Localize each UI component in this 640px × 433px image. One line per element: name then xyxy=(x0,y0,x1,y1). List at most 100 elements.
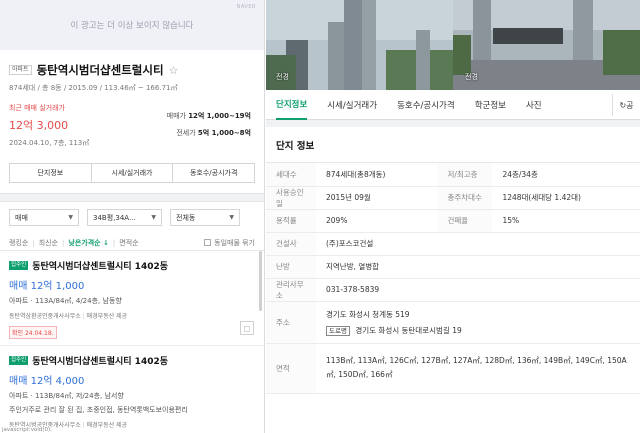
compare-icon[interactable]: ◻ xyxy=(240,321,254,335)
tab-photos[interactable]: 사진 xyxy=(526,90,542,120)
listing-spec: 아파트 · 113B/84㎡, 저/24층, 남서향 xyxy=(9,392,124,400)
trade-type-value: 매매 xyxy=(15,213,28,222)
households-label: 세대수 xyxy=(266,163,316,187)
sort-bar: 랭킹순 | 최신순 | 낮은가격순 ↓ | 면적순 동일매물 묶기 xyxy=(0,233,264,251)
left-tab-bar: 단지정보 시세/실거래가 동호수/공시가격 xyxy=(9,163,255,183)
parking-value: 1248대(세대당 1.42대) xyxy=(492,186,640,210)
floors-label: 저/최고층 xyxy=(437,163,493,187)
listing-description: 주인거주로 관리 잘 된 집, 초중인접, 동탄역롯백도보이용편리 xyxy=(9,406,188,414)
confirm-date-badge: 확인 24.04.18. xyxy=(9,326,57,339)
table-row: 사용승인일 2015년 09월 총주차대수 1248대(세대당 1.42대) xyxy=(266,186,640,210)
ad-brand: NAVER xyxy=(236,4,256,10)
road-address-value: 경기도 화성시 동탄대로시범길 19 xyxy=(355,325,462,335)
tab-unit-price[interactable]: 동호수/공시가격 xyxy=(397,90,455,120)
agent-name: 동탄역삼환공인중개사사무소 xyxy=(9,313,81,320)
parking-label: 총주차대수 xyxy=(437,186,493,210)
same-listing-checkbox[interactable]: 동일매물 묶기 xyxy=(204,238,255,248)
address-label: 주소 xyxy=(266,301,316,344)
builder-value: (주)포스코건설 xyxy=(316,232,640,256)
left-tab-unit-price[interactable]: 동호수/공시가격 xyxy=(173,164,254,182)
approval-value: 2015년 09월 xyxy=(316,186,438,210)
approval-label: 사용승인일 xyxy=(266,186,316,210)
heating-value: 지역난방, 열병합 xyxy=(316,255,640,279)
sort-latest[interactable]: 최신순 xyxy=(39,238,58,248)
left-panel: 이 광고는 더 이상 보이지 않습니다 NAVER 아파트 동탄역시범더샵센트럴… xyxy=(0,0,265,433)
complex-summary: 아파트 동탄역시범더샵센트럴시티 ☆ 874세대 / 총 8동 / 2015.0… xyxy=(0,50,264,153)
section-title: 단지 정보 xyxy=(266,127,640,163)
chevron-down-icon: ▼ xyxy=(229,214,234,221)
left-tab-complex-info[interactable]: 단지정보 xyxy=(10,164,92,182)
status-bar-url: javascript:void(0); xyxy=(0,427,54,433)
filter-bar: 매매 ▼ 34B평,34A... ▼ 전체동 ▼ xyxy=(0,202,264,233)
sale-price-range: 매매가 12억 1,000~19억 xyxy=(167,111,251,121)
heating-label: 난방 xyxy=(266,255,316,279)
detail-panel: 전경 전경 단지정보 시세/실거래가 동호수/공시가격 학군정보 사진 ↻ 공 … xyxy=(266,0,640,433)
households-value: 874세대(총8개동) xyxy=(316,163,438,187)
building-photo-image xyxy=(266,0,453,90)
sort-ranking[interactable]: 랭킹순 xyxy=(9,238,28,248)
recent-date: 2024.04.10, 7층, 113㎡ xyxy=(9,139,90,147)
listing-price: 매매 12억 1,000 xyxy=(9,281,85,292)
listing-price: 매매 12억 4,000 xyxy=(9,376,85,387)
trade-type-select[interactable]: 매매 ▼ xyxy=(9,209,79,226)
ad-text: 이 광고는 더 이상 보이지 않습니다 xyxy=(70,21,194,31)
type-tag: 아파트 xyxy=(9,65,32,75)
sale-price-value: 12억 1,000~19억 xyxy=(188,112,251,120)
share-label: 공 xyxy=(626,100,634,110)
share-icon: ↻ xyxy=(619,100,627,110)
chevron-down-icon: ▼ xyxy=(68,214,73,221)
share-button[interactable]: ↻ 공 xyxy=(612,94,640,116)
price-block: 최근 매매 실거래가 12억 3,000 2024.04.10, 7층, 113… xyxy=(9,103,255,153)
area-select[interactable]: 34B평,34A... ▼ xyxy=(87,209,162,226)
table-row: 주소 경기도 화성시 청계동 519 도로명 경기도 화성시 동탄대로시범길 1… xyxy=(266,301,640,344)
agent-source: 매경부동산 제공 xyxy=(86,422,128,429)
same-listing-label: 동일매물 묶기 xyxy=(214,238,255,247)
favorite-star-icon[interactable]: ☆ xyxy=(169,64,179,77)
floors-value: 24층/34층 xyxy=(492,163,640,187)
rent-price-range: 전세가 5억 1,000~8억 xyxy=(176,128,251,138)
rent-price-label: 전세가 xyxy=(176,129,196,137)
complex-info-table: 세대수 874세대(총8개동) 저/최고층 24층/34층 사용승인일 2015… xyxy=(266,163,640,394)
table-row: 관리사무소 031-378-5839 xyxy=(266,278,640,302)
checkbox-icon xyxy=(204,239,212,246)
sale-price-label: 매매가 xyxy=(166,112,186,120)
photo-exterior-2[interactable]: 전경 xyxy=(453,0,640,90)
table-row: 난방 지역난방, 열병합 xyxy=(266,255,640,279)
listing-list: 집주인 동탄역시범더샵센트럴시티 1402동 매매 12억 1,000 아파트 … xyxy=(0,251,264,433)
photo-label: 전경 xyxy=(276,73,289,81)
entrance-photo-image xyxy=(453,0,640,90)
sort-low-price[interactable]: 낮은가격순 ↓ xyxy=(68,238,109,248)
address-value: 경기도 화성시 청계동 519 xyxy=(326,309,410,319)
listing-name: 동탄역시범더샵센트럴시티 1402동 xyxy=(32,357,169,367)
listing-name: 동탄역시범더샵센트럴시티 1402동 xyxy=(32,262,169,272)
building-value: 전체동 xyxy=(176,213,196,222)
tab-school[interactable]: 학군정보 xyxy=(475,90,506,120)
ad-banner[interactable]: 이 광고는 더 이상 보이지 않습니다 NAVER xyxy=(0,0,264,50)
tab-complex-info[interactable]: 단지정보 xyxy=(276,90,308,120)
list-item[interactable]: 집주인 동탄역시범더샵센트럴시티 1402동 매매 12억 1,000 아파트 … xyxy=(0,251,264,346)
listing-spec: 아파트 · 113A/84㎡, 4/24층, 남동향 xyxy=(9,297,122,305)
left-tab-market-price[interactable]: 시세/실거래가 xyxy=(92,164,174,182)
photo-label: 전경 xyxy=(465,73,478,81)
section-gap xyxy=(266,120,640,127)
photo-strip: 전경 전경 xyxy=(266,0,640,90)
building-select[interactable]: 전체동 ▼ xyxy=(170,209,240,226)
section-divider xyxy=(0,193,264,202)
photo-exterior-1[interactable]: 전경 xyxy=(266,0,453,90)
office-value: 031-378-5839 xyxy=(316,278,640,302)
table-row: 용적률 209% 건폐율 15% xyxy=(266,209,640,233)
tab-market-price[interactable]: 시세/실거래가 xyxy=(327,90,377,120)
complex-name: 동탄역시범더샵센트럴시티 xyxy=(36,63,164,77)
list-item[interactable]: 집주인 동탄역시범더샵센트럴시티 1402동 매매 12억 4,000 아파트 … xyxy=(0,346,264,433)
chevron-down-icon: ▼ xyxy=(151,214,156,221)
table-row: 면적 113B㎡, 113A㎡, 126C㎡, 127B㎡, 127A㎡, 12… xyxy=(266,343,640,394)
scrollbar[interactable] xyxy=(259,251,262,311)
bcr-value: 15% xyxy=(492,209,640,233)
road-address-tag: 도로명 xyxy=(326,325,350,336)
far-value: 209% xyxy=(316,209,438,233)
sort-area[interactable]: 면적순 xyxy=(119,238,138,248)
listing-agent: 동탄역삼환공인중개사사무소 | 매경부동산 제공 xyxy=(9,313,128,320)
owner-badge: 집주인 xyxy=(9,260,29,271)
detail-tab-bar: 단지정보 시세/실거래가 동호수/공시가격 학군정보 사진 ↻ 공 xyxy=(266,90,640,120)
agent-source: 매경부동산 제공 xyxy=(86,313,128,320)
